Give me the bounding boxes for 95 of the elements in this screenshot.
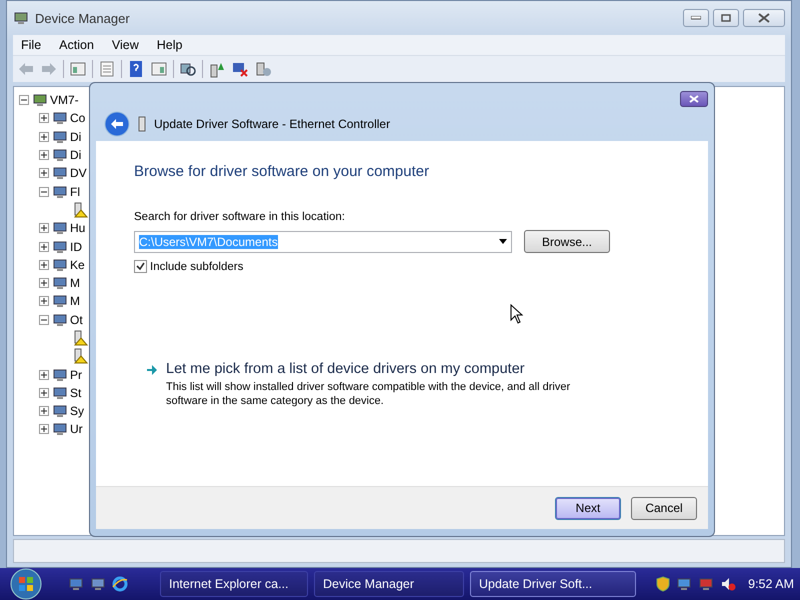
minimize-icon bbox=[691, 16, 701, 20]
device-icon bbox=[52, 384, 68, 401]
close-icon bbox=[689, 95, 699, 103]
checkmark-icon bbox=[136, 262, 145, 271]
taskbar-button[interactable]: Update Driver Soft... bbox=[470, 571, 636, 597]
device-icon bbox=[52, 293, 68, 310]
taskbar-button[interactable]: Device Manager bbox=[314, 571, 464, 597]
expand-toggle-icon[interactable] bbox=[39, 132, 49, 142]
tree-item[interactable]: St bbox=[70, 386, 82, 400]
tree-item[interactable]: Di bbox=[70, 148, 82, 162]
volume-muted-icon[interactable] bbox=[720, 576, 736, 592]
menu-item[interactable]: File bbox=[13, 38, 50, 52]
checkbox[interactable] bbox=[134, 260, 147, 273]
device-manager-icon bbox=[13, 10, 29, 26]
device-icon bbox=[52, 238, 68, 255]
menu-item[interactable]: Help bbox=[148, 38, 190, 52]
expand-toggle-icon[interactable] bbox=[39, 388, 49, 398]
device-icon bbox=[52, 184, 68, 200]
maximize-button[interactable] bbox=[713, 9, 739, 27]
device-icon bbox=[52, 147, 68, 164]
tree-item[interactable]: M bbox=[70, 294, 80, 308]
network-icon bbox=[676, 576, 692, 592]
tree-item[interactable]: Fl bbox=[70, 184, 80, 199]
expand-toggle-icon[interactable] bbox=[39, 223, 49, 234]
maximize-icon bbox=[721, 14, 731, 22]
device-icon bbox=[52, 110, 68, 126]
taskbar-button[interactable]: Internet Explorer ca... bbox=[160, 571, 308, 597]
expand-toggle-icon[interactable] bbox=[39, 406, 49, 416]
expand-toggle-icon[interactable] bbox=[39, 278, 49, 288]
network-error-icon bbox=[698, 576, 714, 592]
menu-item[interactable]: Action bbox=[51, 38, 102, 52]
expand-toggle-icon[interactable] bbox=[39, 260, 49, 270]
back-button-icon[interactable] bbox=[104, 111, 130, 137]
uninstall-icon[interactable] bbox=[231, 60, 249, 78]
tree-item[interactable]: Ot bbox=[70, 312, 83, 327]
dialog-title: Update Driver Software - Ethernet Controller bbox=[154, 117, 390, 131]
minimize-button[interactable] bbox=[683, 9, 709, 27]
arrow-icon bbox=[146, 364, 158, 376]
tree-item[interactable]: Ur bbox=[70, 422, 83, 436]
expand-toggle-icon[interactable] bbox=[39, 370, 49, 380]
tree-item[interactable]: Pr bbox=[70, 368, 82, 382]
next-button[interactable]: Next bbox=[555, 496, 621, 520]
device-icon bbox=[52, 128, 68, 145]
location-label: Search for driver software in this location: bbox=[134, 211, 346, 223]
action-pane-icon[interactable] bbox=[150, 60, 168, 78]
device-icon bbox=[138, 116, 146, 132]
expand-toggle-icon[interactable] bbox=[39, 296, 49, 306]
checkbox-label[interactable]: Include subfolders bbox=[150, 260, 244, 272]
menu-item[interactable]: View bbox=[104, 38, 147, 52]
device-icon bbox=[52, 403, 68, 420]
mouse-cursor-icon bbox=[510, 304, 524, 324]
dropdown-arrow-icon[interactable] bbox=[499, 239, 507, 244]
expand-toggle-icon[interactable] bbox=[39, 424, 49, 434]
collapse-toggle-icon[interactable] bbox=[39, 314, 49, 325]
expand-toggle-icon[interactable] bbox=[39, 150, 49, 160]
disable-device-icon[interactable] bbox=[254, 60, 272, 78]
dialog-heading: Browse for driver software on your computer bbox=[134, 163, 430, 180]
device-icon bbox=[52, 312, 68, 328]
close-icon bbox=[758, 13, 770, 23]
expand-toggle-icon[interactable] bbox=[39, 113, 49, 124]
properties-icon[interactable] bbox=[98, 60, 116, 78]
browser-icon[interactable] bbox=[112, 576, 128, 592]
expand-toggle-icon[interactable] bbox=[39, 242, 49, 252]
pick-driver-link[interactable]: Let me pick from a list of device drivers on my computer bbox=[166, 361, 614, 377]
show-desktop-icon bbox=[68, 576, 84, 592]
browse-button[interactable]: Browse... bbox=[524, 230, 610, 253]
switch-windows-icon bbox=[90, 576, 106, 592]
tree-item[interactable]: Co bbox=[70, 111, 86, 126]
tree-item[interactable]: M bbox=[70, 276, 80, 290]
device-icon bbox=[52, 256, 68, 273]
console-tree-icon[interactable] bbox=[69, 60, 87, 78]
window-title: Device Manager bbox=[35, 10, 130, 26]
shield-icon[interactable] bbox=[656, 576, 670, 592]
tree-item[interactable]: DV bbox=[70, 166, 87, 180]
cancel-button[interactable]: Cancel bbox=[631, 496, 697, 520]
pick-driver-description: This list will show installed driver software compatible with the device, and all driver software in the same category as the device. bbox=[166, 380, 572, 408]
collapse-toggle-icon[interactable] bbox=[19, 95, 29, 106]
device-icon bbox=[52, 275, 68, 292]
tree-item[interactable]: Hu bbox=[70, 221, 86, 236]
device-icon bbox=[32, 92, 48, 108]
device-icon bbox=[52, 165, 68, 182]
collapse-toggle-icon[interactable] bbox=[39, 186, 49, 197]
expand-toggle-icon[interactable] bbox=[39, 168, 49, 178]
close-button[interactable] bbox=[743, 9, 785, 27]
tree-item[interactable]: Ke bbox=[70, 258, 85, 272]
tree-item[interactable]: VM7- bbox=[50, 93, 79, 108]
device-icon bbox=[52, 220, 68, 236]
close-button[interactable] bbox=[680, 91, 708, 107]
tree-item[interactable]: Di bbox=[70, 130, 82, 144]
clock: 9:52 AM bbox=[748, 577, 794, 591]
tree-item[interactable]: ID bbox=[70, 240, 82, 254]
device-icon bbox=[52, 366, 68, 383]
device-icon bbox=[52, 421, 68, 438]
help-icon[interactable] bbox=[127, 60, 145, 78]
tree-item[interactable]: Sy bbox=[70, 404, 84, 418]
